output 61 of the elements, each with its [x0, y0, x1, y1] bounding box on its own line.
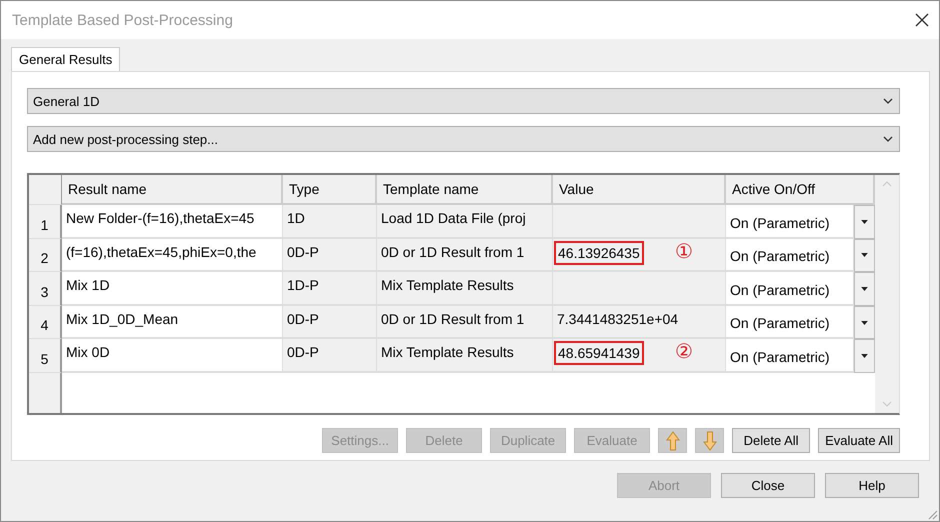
dropdown-button[interactable]	[854, 238, 875, 272]
down-arrow-icon	[702, 430, 717, 450]
action-button[interactable]: Delete All	[732, 428, 810, 453]
row-number: 1	[29, 205, 62, 239]
column-header: Result name	[62, 175, 283, 205]
highlighted-value: 48.65941439	[554, 341, 644, 366]
caret-icon	[861, 253, 868, 258]
active-select[interactable]: On (Parametric)	[726, 339, 854, 373]
column-header: Active On/Off	[726, 175, 875, 205]
caret-icon	[883, 136, 893, 142]
up-arrow-icon	[666, 430, 680, 450]
dropdown-button[interactable]	[854, 339, 875, 373]
column-header: Type	[283, 175, 377, 205]
table-cell: 0D-P	[283, 238, 377, 272]
table-cell: 1D	[283, 205, 377, 239]
caret-icon	[861, 320, 868, 325]
table-cell: 0D-P	[283, 306, 377, 340]
active-select[interactable]: On (Parametric)	[726, 205, 854, 239]
caret-icon	[861, 220, 868, 224]
table-cell: 1D-P	[283, 272, 377, 306]
window-title: Template Based Post-Processing	[12, 12, 233, 28]
active-select[interactable]: On (Parametric)	[726, 306, 854, 340]
scroll-down-icon[interactable]	[882, 401, 892, 407]
callout-number: ①	[675, 242, 693, 262]
dialog-button[interactable]: Help	[825, 473, 919, 498]
row-number: 4	[29, 306, 62, 340]
action-button[interactable]: Evaluate All	[818, 428, 900, 453]
close-icon[interactable]	[915, 13, 929, 27]
table-cell: 0D-P	[283, 339, 377, 373]
tab[interactable]: General Results	[11, 47, 120, 71]
caret-icon	[883, 98, 893, 104]
column-header: Template name	[377, 175, 553, 205]
table-cell: 7.3441483251e+04	[553, 306, 726, 340]
row-number: 5	[29, 339, 62, 373]
table-cell: Load 1D Data File (proj	[377, 205, 553, 239]
row-number: 2	[29, 238, 62, 272]
dropdown-button[interactable]	[854, 272, 875, 306]
table-cell: Mix Template Results	[377, 272, 553, 306]
dropdown-button[interactable]	[854, 205, 875, 239]
dropdown-button[interactable]	[854, 306, 875, 340]
table-cell: Mix 1D_0D_Mean	[62, 306, 283, 340]
column-header: Value	[553, 175, 726, 205]
highlighted-value: 46.13926435	[554, 240, 644, 265]
active-select[interactable]: On (Parametric)	[726, 238, 854, 272]
table-cell: Mix 0D	[62, 339, 283, 373]
table-cell: 0D or 1D Result from 1	[377, 238, 553, 272]
callout-number: ②	[675, 342, 693, 362]
table-cell: Mix 1D	[62, 272, 283, 306]
active-select[interactable]: On (Parametric)	[726, 272, 854, 306]
table-cell: New Folder-(f=16),thetaEx=45	[62, 205, 283, 239]
dropdown[interactable]: Add new post-processing step...	[27, 126, 900, 152]
row-number: 3	[29, 272, 62, 306]
dropdown[interactable]: General 1D	[27, 88, 900, 114]
table-cell: (f=16),thetaEx=45,phiEx=0,the	[62, 238, 283, 272]
table-cell: Mix Template Results	[377, 339, 553, 373]
dialog-button[interactable]: Close	[721, 473, 815, 498]
caret-icon	[861, 286, 868, 291]
caret-icon	[861, 354, 868, 358]
table-cell: 0D or 1D Result from 1	[377, 306, 553, 340]
resize-grip-icon[interactable]	[926, 508, 938, 520]
scroll-up-icon[interactable]	[882, 181, 892, 187]
